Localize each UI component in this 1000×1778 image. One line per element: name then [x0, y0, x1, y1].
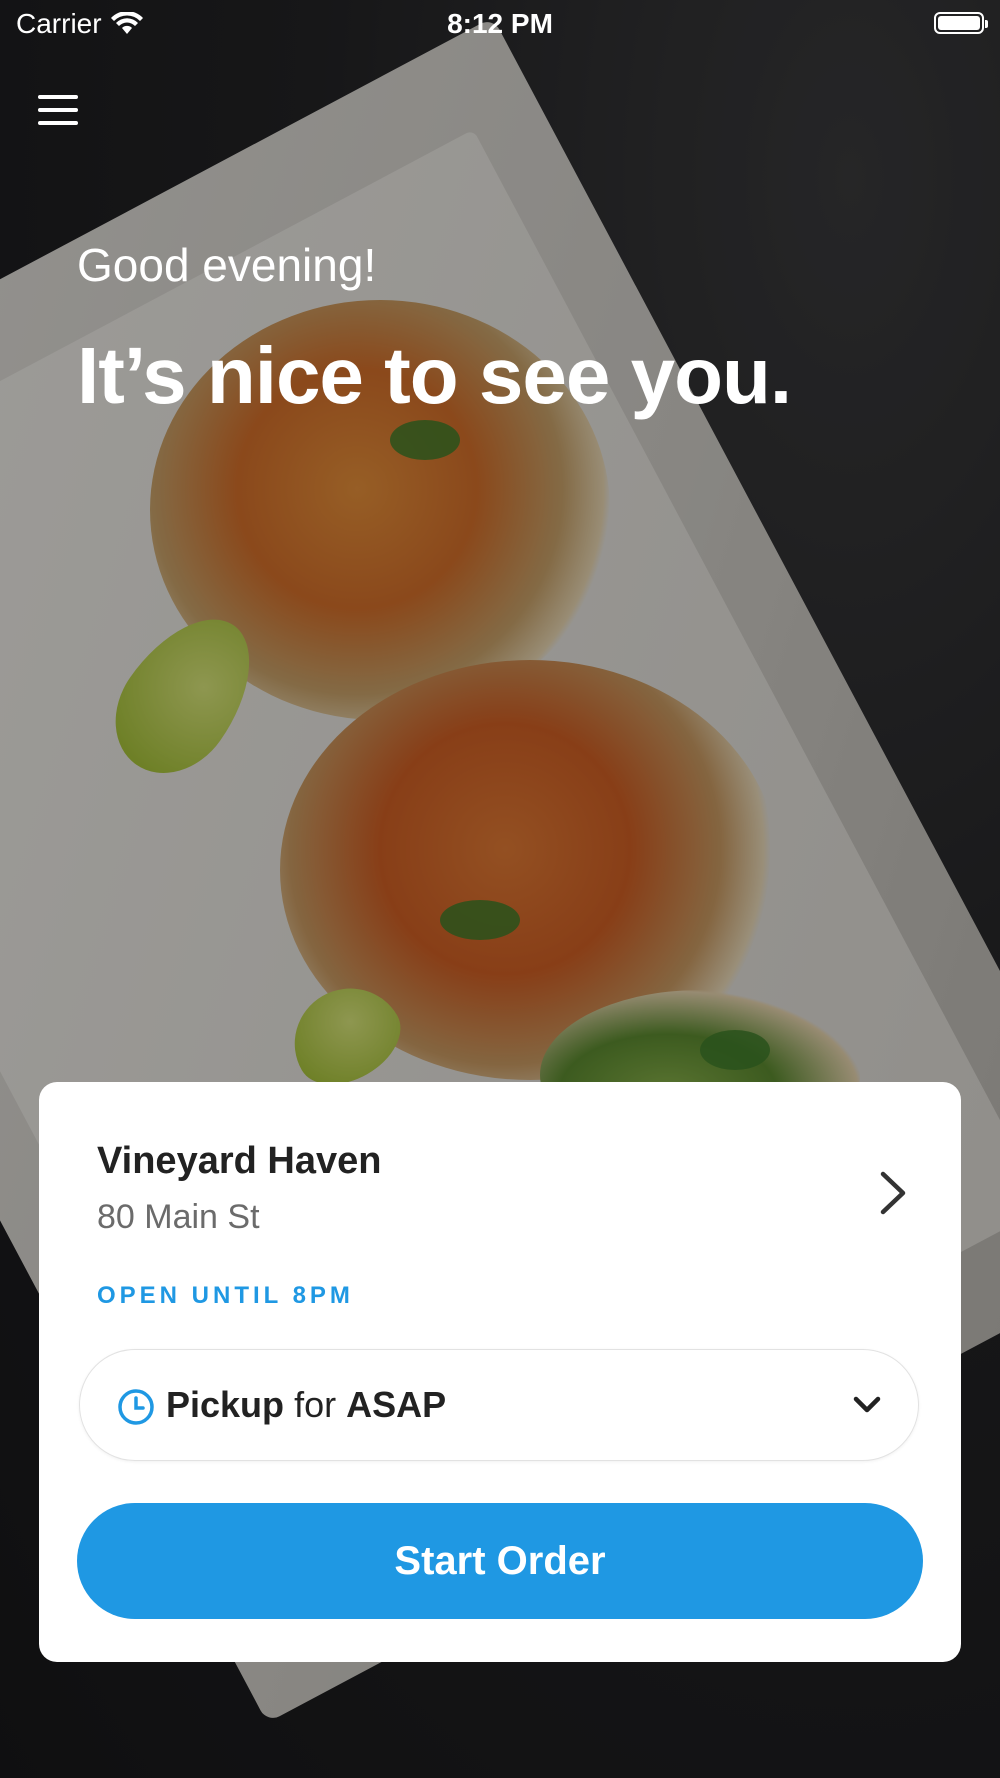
greeting-text: Good evening!: [77, 239, 377, 291]
status-time: 8:12 PM: [447, 8, 553, 39]
chevron-down-icon: [853, 1396, 881, 1413]
open-status-label: OPEN UNTIL 8PM: [97, 1282, 354, 1309]
location-address: 80 Main St: [97, 1198, 260, 1236]
location-card: Vineyard Haven 80 Main St OPEN UNTIL 8PM…: [39, 1082, 961, 1662]
headline-text: It’s nice to see you.: [77, 331, 792, 420]
chevron-right-icon[interactable]: [873, 1168, 913, 1218]
location-name: Vineyard Haven: [97, 1140, 382, 1182]
status-bar: Carrier 8:12 PM: [0, 0, 1000, 50]
order-connector: for: [294, 1384, 337, 1425]
order-type: Pickup: [166, 1384, 285, 1425]
battery-icon: [934, 12, 988, 34]
order-time: ASAP: [346, 1384, 447, 1425]
order-mode-selector[interactable]: Pickup for ASAP: [79, 1349, 919, 1461]
hamburger-menu-icon[interactable]: [38, 95, 78, 131]
order-mode-text: Pickup for ASAP: [166, 1384, 446, 1426]
start-order-button[interactable]: Start Order: [77, 1503, 923, 1619]
clock-icon: [118, 1389, 154, 1425]
